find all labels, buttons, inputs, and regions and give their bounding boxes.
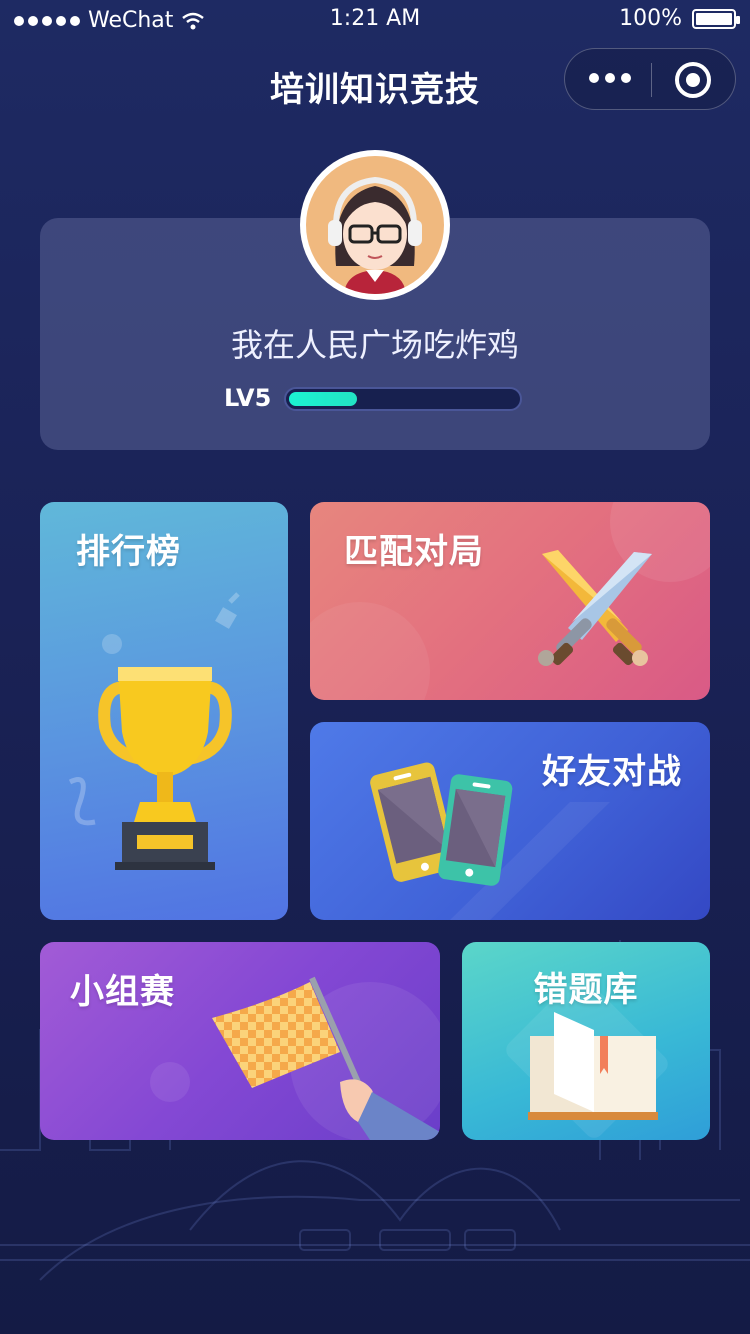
avatar-image [328,176,422,294]
level-progress-bar [284,387,522,411]
avatar[interactable] [300,150,450,300]
more-options-icon[interactable] [589,73,631,83]
open-book-icon [506,976,668,1138]
group-contest-tile[interactable]: 小组赛 [40,942,440,1140]
battery-percent: 100% [619,6,682,31]
miniprogram-capsule [564,48,736,110]
status-bar: WeChat 1:21 AM 100% [0,0,750,40]
navigation-bar: 培训知识竞技 [0,48,750,120]
capsule-divider [651,63,652,97]
battery-status: 100% [619,6,740,31]
match-game-tile[interactable]: 匹配对局 [310,502,710,700]
close-target-icon[interactable] [675,62,711,98]
battery-icon [692,8,740,29]
mistake-bank-tile[interactable]: 错题库 [462,942,710,1140]
friend-battle-tile[interactable]: 好友对战 [310,722,710,920]
phones-icon [370,762,610,920]
username: 我在人民广场吃炸鸡 [230,326,519,364]
level-label: LV5 [224,384,272,412]
level-progress-fill [289,392,357,406]
trophy-icon [68,592,240,870]
crossed-swords-icon [310,502,710,700]
leaderboard-tile[interactable]: 排行榜 [40,502,288,920]
checkered-flag-icon [150,976,440,1140]
